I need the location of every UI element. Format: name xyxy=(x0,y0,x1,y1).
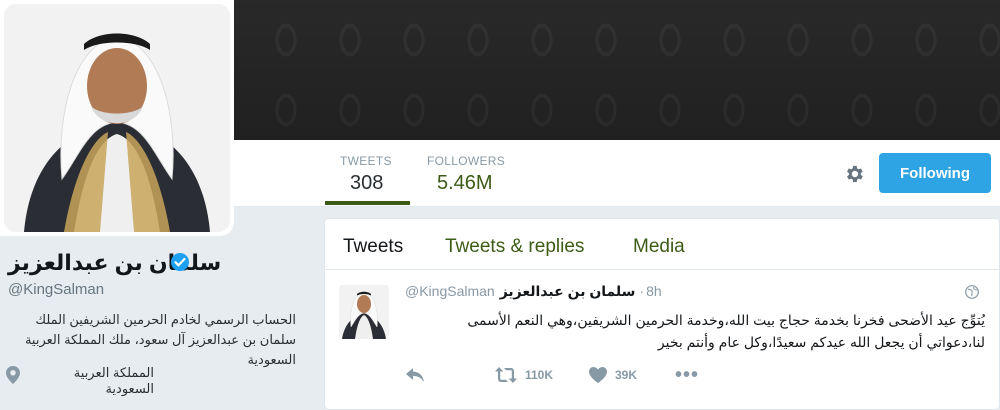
heart-icon xyxy=(589,367,607,383)
tab-tweets-and-replies[interactable]: Tweets & replies xyxy=(445,236,584,258)
tweet-author-handle[interactable]: @KingSalman xyxy=(405,283,495,299)
active-stat-underline xyxy=(325,201,410,205)
tweet-actions: 110K 39K ••• xyxy=(405,364,805,386)
tweet-header-separator: · xyxy=(639,283,645,299)
timeline-tabs: Tweets Tweets & replies Media xyxy=(325,219,999,270)
followers-stat-label: FOLLOWERS xyxy=(427,154,506,168)
retweet-count: 110K xyxy=(525,368,554,382)
profile-bio: الحساب الرسمي لخادم الحرمين الشريفين الم… xyxy=(24,312,296,367)
profile-avatar[interactable] xyxy=(4,4,230,232)
like-count: 39K xyxy=(615,368,638,382)
tweets-stat[interactable]: TWEETS 308 xyxy=(340,154,410,195)
like-button[interactable]: 39K xyxy=(589,365,637,385)
tweets-stat-value: 308 xyxy=(350,172,384,194)
reply-icon[interactable] xyxy=(405,365,425,385)
tweet-text: يُتوِّج عيد الأضحى فخرنا بخدمة حجاج بيت … xyxy=(467,312,985,350)
location-pin-icon xyxy=(6,366,20,384)
timeline-panel: Tweets Tweets & replies Media @KingSalma… xyxy=(324,218,1000,410)
tweets-stat-label: TWEETS xyxy=(340,154,392,168)
retweet-button[interactable]: 110K xyxy=(495,365,553,385)
tweet-author-avatar[interactable] xyxy=(339,285,389,339)
tweet-author-name[interactable]: سلمان بن عبدالعزيز xyxy=(500,283,636,299)
verified-badge-icon xyxy=(170,252,190,272)
following-button[interactable]: Following xyxy=(879,153,991,193)
followers-stat[interactable]: FOLLOWERS 5.46M xyxy=(427,154,505,195)
tab-tweets[interactable]: Tweets xyxy=(343,236,403,258)
profile-location: المملكة العربية السعودية xyxy=(73,365,154,396)
profile-avatar-frame xyxy=(0,0,234,236)
globe-icon xyxy=(965,285,979,299)
followers-stat-value: 5.46M xyxy=(437,172,493,194)
more-options-icon[interactable]: ••• xyxy=(675,364,699,386)
gear-icon[interactable] xyxy=(843,163,865,185)
tweet-timestamp[interactable]: 8h xyxy=(646,283,662,299)
profile-handle[interactable]: @KingSalman xyxy=(8,281,104,298)
retweet-icon xyxy=(495,367,517,383)
tab-media[interactable]: Media xyxy=(633,236,685,258)
tweet-header: @KingSalman سلمان بن عبدالعزيز · 8h xyxy=(405,283,662,300)
